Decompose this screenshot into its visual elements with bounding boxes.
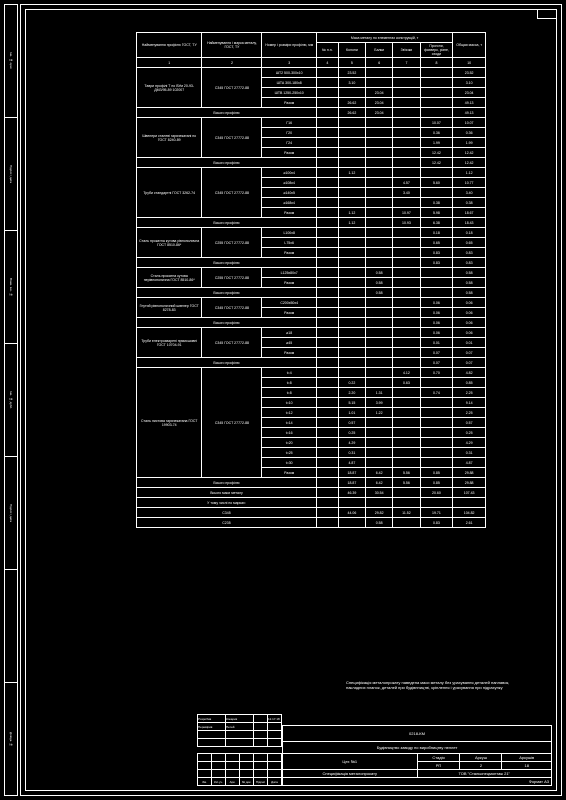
strip-cell xyxy=(5,569,17,682)
sheet-header: Аркуш xyxy=(460,754,502,762)
strip-cell: Інв. № дубл. xyxy=(5,343,17,456)
strip-cell: Підпис і дата xyxy=(5,117,17,230)
stage-header: Стадія xyxy=(417,754,460,762)
strip-cell: Довідк. № xyxy=(5,682,17,795)
signatures: РозробивКокарєв12.17.18 ПеревіривПетей xyxy=(197,714,282,747)
revision-block: Зм.Кіл.уч.Арк.№ док.ПідписДата xyxy=(197,753,282,786)
stage-value: РП xyxy=(417,762,460,770)
footnote: Специфікація металопрокату наведена маси… xyxy=(346,680,526,690)
corner-mark xyxy=(537,9,557,19)
object-name: Цех №1 xyxy=(283,754,418,770)
title-block: 0218-КМ Будівництво заводу по виробництв… xyxy=(282,725,552,786)
sheets-value: 18 xyxy=(502,762,552,770)
sheet-frame: Найменування профілю ГОСТ, ТУНайменуванн… xyxy=(20,4,562,796)
sheet-value: 2 xyxy=(460,762,502,770)
org-name: ТОВ "Стальспецмонтаж 21" xyxy=(417,770,552,778)
specification-table: Найменування профілю ГОСТ, ТУНайменуванн… xyxy=(136,32,486,528)
strip-cell: Підпис і дата xyxy=(5,456,17,569)
doc-title: Специфікація металопрокату xyxy=(283,770,418,778)
inner-frame: Найменування профілю ГОСТ, ТУНайменуванн… xyxy=(25,9,557,791)
format: Формат А3 xyxy=(283,778,552,786)
strip-cell: Інв. № ориг. xyxy=(5,5,17,117)
project-title: Будівництво заводу по виробництву пеллет xyxy=(283,742,552,754)
strip-cell: Взам. інв. № xyxy=(5,230,17,343)
sheets-header: Аркушів xyxy=(502,754,552,762)
binding-strip: Інв. № ориг. Підпис і дата Взам. інв. № … xyxy=(4,4,18,796)
drawing-code: 0218-КМ xyxy=(283,726,552,742)
